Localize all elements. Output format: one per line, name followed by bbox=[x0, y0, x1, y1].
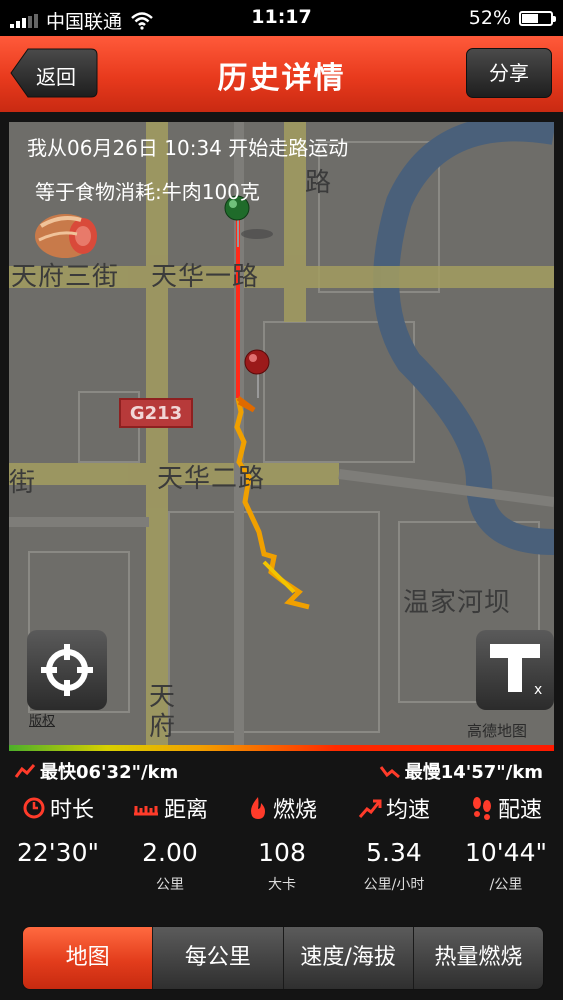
clock-icon bbox=[23, 797, 45, 819]
slowest-pace: 最慢14'57"/km bbox=[404, 762, 543, 783]
stat-value: 22'30" bbox=[17, 838, 99, 867]
map-label-road-left: 街 bbox=[9, 468, 37, 498]
stat-unit bbox=[2, 874, 114, 892]
map-layer-button[interactable]: x bbox=[476, 630, 554, 710]
stat-unit: 公里 bbox=[156, 877, 184, 893]
map-label-road: 路 bbox=[305, 168, 333, 198]
crosshair-icon bbox=[41, 644, 93, 696]
stat-label: 燃烧 bbox=[272, 798, 317, 823]
tab-calorie-burn[interactable]: 热量燃烧 bbox=[413, 927, 543, 989]
stat-duration: 时长 22'30" bbox=[2, 790, 114, 892]
locate-button[interactable] bbox=[27, 630, 107, 710]
stat-calories: 燃烧 108 大卡 bbox=[226, 790, 338, 893]
stat-unit: 大卡 bbox=[268, 877, 296, 893]
copyright-link[interactable]: 版权 bbox=[29, 710, 55, 729]
stat-value: 2.00 bbox=[142, 838, 198, 867]
highway-sign: G213 bbox=[119, 398, 193, 428]
start-time-info: 我从06月26日 10:34 开始走路运动 bbox=[27, 136, 349, 160]
fast-runner-icon bbox=[14, 764, 36, 778]
map-label-area: 温家河坝 bbox=[403, 588, 512, 618]
stat-label: 距离 bbox=[163, 798, 208, 823]
bottom-tabs: 地图 每公里 速度/海拔 热量燃烧 bbox=[22, 926, 544, 990]
map-label-street1: 天府三街 bbox=[11, 262, 120, 292]
tab-speed-altitude[interactable]: 速度/海拔 bbox=[283, 927, 414, 989]
stat-pace: 配速 10'44" /公里 bbox=[450, 790, 562, 893]
map-provider-label: 高德地图 bbox=[467, 722, 528, 740]
layer-toggle-icon: x bbox=[490, 644, 542, 698]
ruler-icon bbox=[133, 806, 158, 816]
svg-text:x: x bbox=[534, 682, 542, 698]
beef-icon bbox=[35, 214, 97, 258]
speed-gradient-bar bbox=[9, 745, 554, 751]
stat-distance: 距离 2.00 公里 bbox=[114, 790, 226, 893]
stat-label: 时长 bbox=[49, 798, 94, 823]
stat-avg-speed: 均速 5.34 公里/小时 bbox=[338, 790, 450, 893]
map-label-street3: 天华二路 bbox=[157, 464, 266, 494]
fastest-pace: 最快06'32"/km bbox=[40, 762, 179, 783]
stats-panel: 时长 22'30" 距离 2.00 公里 燃烧 108 大卡 均速 5.34 公… bbox=[0, 790, 563, 900]
stat-value: 10'44" bbox=[465, 838, 547, 867]
food-equivalent-info: 等于食物消耗:牛肉100克 bbox=[35, 180, 260, 204]
stat-label: 均速 bbox=[385, 798, 430, 823]
tab-per-km[interactable]: 每公里 bbox=[153, 927, 284, 989]
nav-header: 返回 历史详情 分享 bbox=[0, 36, 563, 112]
share-button[interactable]: 分享 bbox=[466, 48, 552, 98]
map-label-street2: 天华一路 bbox=[151, 262, 260, 292]
route-map[interactable]: 我从06月26日 10:34 开始走路运动 等于食物消耗:牛肉100克 天府三街… bbox=[9, 122, 554, 750]
speed-summary: 最快06'32"/km 最慢14'57"/km bbox=[0, 754, 563, 784]
tab-map[interactable]: 地图 bbox=[23, 927, 154, 989]
status-bar: 中国联通 11:17 52% bbox=[0, 0, 563, 36]
stat-value: 5.34 bbox=[366, 838, 422, 867]
slow-runner-icon bbox=[379, 766, 400, 779]
battery-icon bbox=[519, 10, 556, 26]
stat-value: 108 bbox=[258, 838, 306, 867]
stat-label: 配速 bbox=[497, 798, 542, 823]
footprints-icon bbox=[472, 797, 491, 820]
stat-unit: 公里/小时 bbox=[363, 877, 425, 893]
stat-unit: /公里 bbox=[489, 877, 523, 893]
trend-arrow-icon bbox=[358, 799, 382, 818]
flame-icon bbox=[250, 797, 265, 819]
battery-percent: 52% bbox=[468, 7, 511, 29]
map-label-road-bottom: 天府 bbox=[149, 682, 177, 742]
